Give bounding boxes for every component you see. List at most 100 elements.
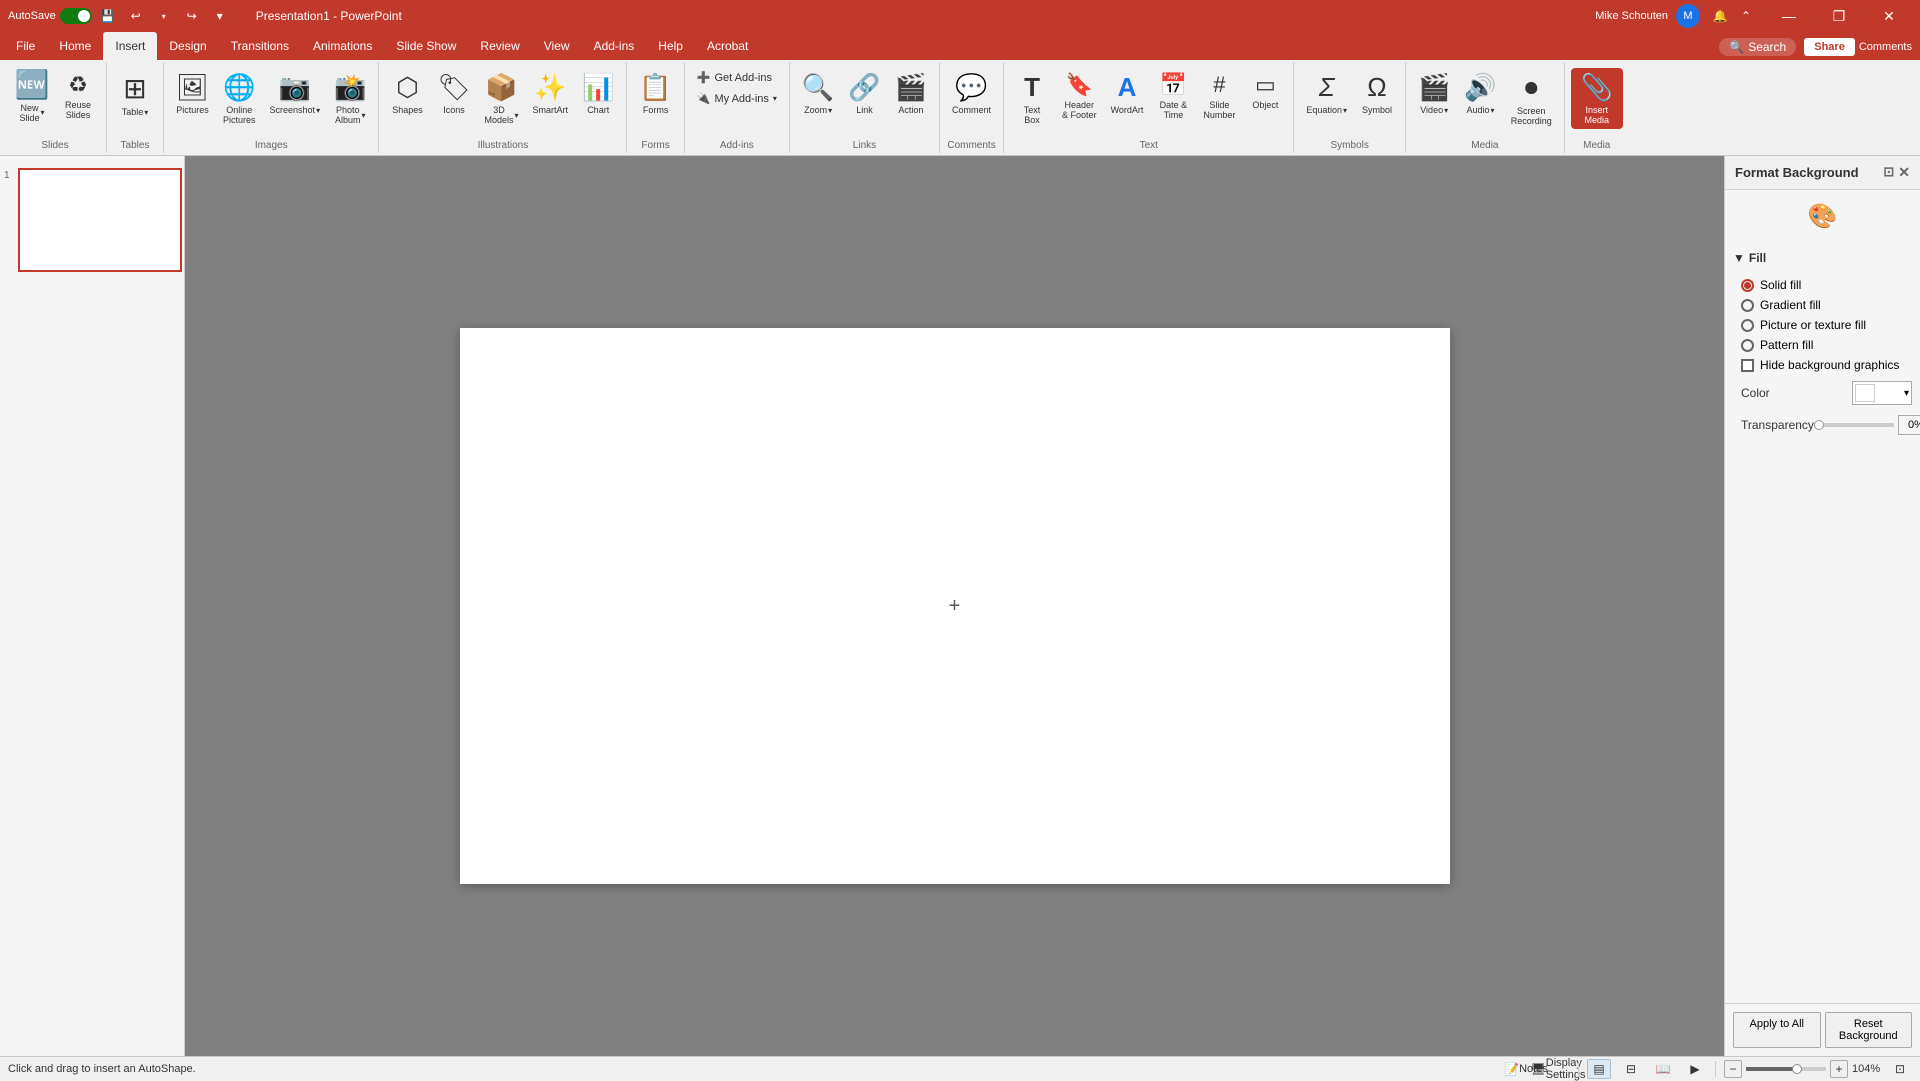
- notification-bell[interactable]: 🔔: [1708, 4, 1732, 28]
- save-button[interactable]: 💾: [96, 4, 120, 28]
- customize-qat-button[interactable]: ▾: [208, 4, 232, 28]
- color-picker-button[interactable]: ▾: [1852, 381, 1912, 405]
- reading-view-button[interactable]: 📖: [1651, 1059, 1675, 1079]
- zoom-slider[interactable]: [1746, 1067, 1826, 1071]
- tab-insert[interactable]: Insert: [103, 32, 157, 60]
- slide-number-button[interactable]: # SlideNumber: [1197, 68, 1241, 124]
- zoom-button[interactable]: 🔍 Zoom ▾: [796, 68, 840, 119]
- screenshot-button[interactable]: 📷 Screenshot ▾: [264, 68, 327, 119]
- zoom-in-button[interactable]: +: [1830, 1060, 1848, 1078]
- normal-view-button[interactable]: ▤: [1587, 1059, 1611, 1079]
- undo-dropdown[interactable]: ▾: [152, 4, 176, 28]
- tab-home[interactable]: Home: [47, 32, 103, 60]
- new-slide-button[interactable]: 🆕 NewSlide ▾: [10, 68, 54, 125]
- transparency-value[interactable]: 0%: [1898, 415, 1920, 435]
- forms-button[interactable]: 📋 Forms: [633, 68, 677, 119]
- zoom-out-button[interactable]: −: [1724, 1060, 1742, 1078]
- date-time-button[interactable]: 📅 Date &Time: [1151, 68, 1195, 124]
- transparency-slider-thumb[interactable]: [1814, 420, 1824, 430]
- object-label: Object: [1252, 100, 1278, 110]
- chart-button[interactable]: 📊 Chart: [576, 68, 620, 119]
- solid-fill-radio[interactable]: [1741, 279, 1754, 292]
- photo-album-button[interactable]: 📸 PhotoAlbum ▾: [328, 68, 372, 129]
- video-button[interactable]: 🎬 Video ▾: [1412, 68, 1456, 119]
- autosave-toggle[interactable]: [60, 8, 92, 24]
- gradient-fill-radio[interactable]: [1741, 299, 1754, 312]
- color-dropdown-arrow[interactable]: ▾: [1904, 388, 1909, 399]
- hide-background-option[interactable]: Hide background graphics: [1741, 355, 1912, 375]
- reset-background-button[interactable]: Reset Background: [1825, 1012, 1913, 1048]
- equation-button[interactable]: Σ Equation ▾: [1300, 68, 1353, 119]
- pictures-button[interactable]: 🖼 Pictures: [170, 68, 215, 119]
- screen-recording-button[interactable]: ⏺ ScreenRecording: [1505, 68, 1558, 130]
- fill-section-label: Fill: [1749, 251, 1766, 265]
- slide-sorter-button[interactable]: ⊟: [1619, 1059, 1643, 1079]
- tab-review[interactable]: Review: [468, 32, 531, 60]
- online-pictures-button[interactable]: 🌐 OnlinePictures: [217, 68, 262, 129]
- link-button[interactable]: 🔗 Link: [842, 68, 886, 119]
- expand-icon[interactable]: ⊡: [1883, 164, 1894, 181]
- restore-button[interactable]: ❐: [1816, 0, 1862, 32]
- transparency-slider[interactable]: [1814, 423, 1894, 427]
- fit-slide-button[interactable]: ⊡: [1888, 1059, 1912, 1079]
- picture-texture-option[interactable]: Picture or texture fill: [1741, 315, 1912, 335]
- tab-animations[interactable]: Animations: [301, 32, 384, 60]
- display-settings-button[interactable]: 🖥 Display Settings: [1546, 1059, 1570, 1079]
- header-footer-button[interactable]: 🔖 Header& Footer: [1056, 68, 1103, 124]
- smartart-button[interactable]: ✨ SmartArt: [527, 68, 575, 119]
- notification-area: 🔔 ⌃: [1708, 4, 1758, 28]
- table-button[interactable]: ⊞ Table ▾: [113, 68, 157, 121]
- slide-thumbnail[interactable]: [18, 168, 182, 272]
- object-button[interactable]: ▭ Object: [1243, 68, 1287, 114]
- comments-button[interactable]: Comments: [1859, 41, 1912, 53]
- canvas-area[interactable]: +: [185, 156, 1724, 1056]
- slide-canvas[interactable]: +: [460, 328, 1450, 884]
- icons-button[interactable]: 🏷 Icons: [431, 68, 476, 119]
- ribbon-collapse-btn[interactable]: ⌃: [1734, 4, 1758, 28]
- comment-button[interactable]: 💬 Comment: [946, 68, 997, 119]
- 3d-models-button[interactable]: 📦 3DModels ▾: [478, 68, 524, 129]
- picture-texture-radio[interactable]: [1741, 319, 1754, 332]
- tab-help[interactable]: Help: [646, 32, 695, 60]
- pictures-label: Pictures: [176, 105, 209, 115]
- tab-transitions[interactable]: Transitions: [219, 32, 301, 60]
- symbol-button[interactable]: Ω Symbol: [1355, 68, 1399, 119]
- redo-button[interactable]: ↪: [180, 4, 204, 28]
- minimize-button[interactable]: —: [1766, 0, 1812, 32]
- wordart-button[interactable]: A WordArt: [1105, 68, 1150, 119]
- solid-fill-option[interactable]: Solid fill: [1741, 275, 1912, 295]
- apply-to-all-button[interactable]: Apply to All: [1733, 1012, 1821, 1048]
- equation-label: Equation ▾: [1306, 105, 1347, 115]
- zoom-thumb[interactable]: [1792, 1064, 1802, 1074]
- undo-button[interactable]: ↩: [124, 4, 148, 28]
- user-name: Mike Schouten: [1595, 10, 1668, 22]
- reuse-slides-button[interactable]: ♻ ReuseSlides: [56, 68, 100, 124]
- insert-media-button[interactable]: 📎 InsertMedia: [1571, 68, 1623, 129]
- slideshow-view-button[interactable]: ▶: [1683, 1059, 1707, 1079]
- share-button[interactable]: Share: [1804, 38, 1855, 56]
- action-button[interactable]: 🎬 Action: [889, 68, 933, 119]
- tab-design[interactable]: Design: [157, 32, 218, 60]
- tab-acrobat[interactable]: Acrobat: [695, 32, 760, 60]
- fill-section-header[interactable]: ▼ Fill: [1733, 247, 1912, 269]
- tab-file[interactable]: File: [4, 32, 47, 60]
- pattern-fill-radio[interactable]: [1741, 339, 1754, 352]
- gradient-fill-option[interactable]: Gradient fill: [1741, 295, 1912, 315]
- textbox-button[interactable]: T TextBox: [1010, 68, 1054, 129]
- tab-addins[interactable]: Add-ins: [582, 32, 647, 60]
- audio-button[interactable]: 🔊 Audio ▾: [1458, 68, 1502, 119]
- hide-background-checkbox[interactable]: [1741, 359, 1754, 372]
- my-addins-button[interactable]: 🔌 My Add-ins ▾: [691, 89, 783, 108]
- pattern-fill-option[interactable]: Pattern fill: [1741, 335, 1912, 355]
- user-avatar[interactable]: M: [1676, 4, 1700, 28]
- shapes-button[interactable]: ⬡ Shapes: [385, 68, 429, 119]
- get-addins-button[interactable]: ➕ Get Add-ins: [691, 68, 783, 87]
- tab-view[interactable]: View: [532, 32, 582, 60]
- close-panel-button[interactable]: ✕: [1898, 164, 1910, 181]
- tab-slideshow[interactable]: Slide Show: [384, 32, 468, 60]
- close-button[interactable]: ✕: [1866, 0, 1912, 32]
- images-group-label: Images: [170, 138, 372, 151]
- ribbon-group-media: 🎬 Video ▾ 🔊 Audio ▾ ⏺ ScreenRecording Me…: [1406, 62, 1565, 153]
- search-bar[interactable]: 🔍 Search: [1719, 38, 1796, 56]
- pattern-fill-label: Pattern fill: [1760, 338, 1813, 352]
